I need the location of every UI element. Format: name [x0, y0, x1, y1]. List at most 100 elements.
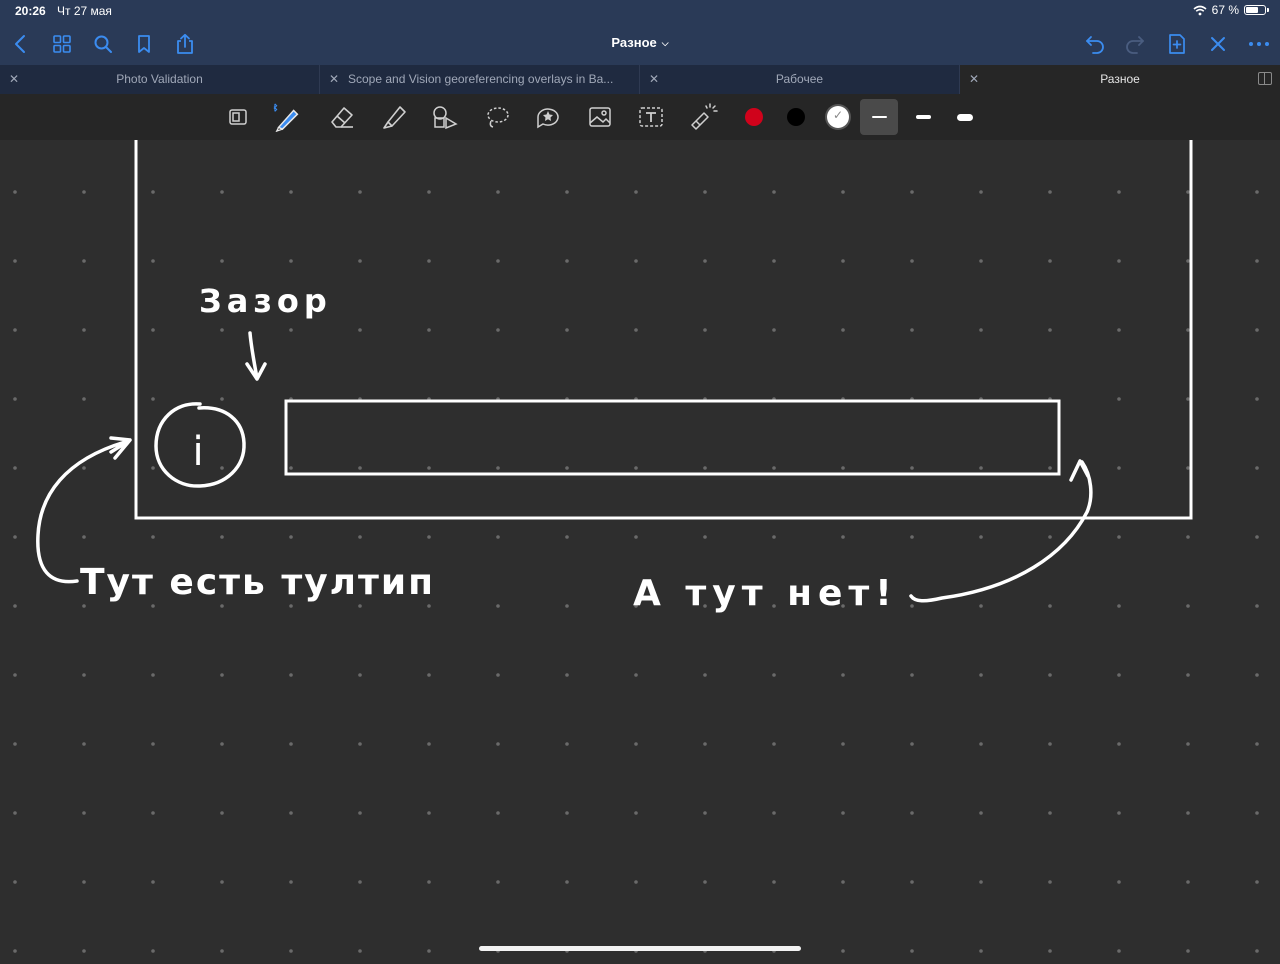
tab-raznoe[interactable]: ✕ Разное [960, 65, 1280, 94]
grid-dot [220, 811, 224, 815]
grid-dot [151, 811, 155, 815]
grid-dot [358, 328, 362, 332]
close-icon[interactable]: ✕ [9, 65, 19, 94]
grid-dot [1048, 949, 1052, 953]
grid-dot [1255, 535, 1259, 539]
grid-dot [358, 259, 362, 263]
grid-dot [289, 949, 293, 953]
text-box-icon[interactable] [636, 102, 666, 132]
image-icon[interactable] [585, 102, 615, 132]
grid-dot [979, 535, 983, 539]
grid-dot [358, 535, 362, 539]
page-view-icon[interactable] [223, 102, 253, 132]
grid-dot [703, 328, 707, 332]
close-icon[interactable]: ✕ [969, 65, 979, 94]
grid-dot [1255, 949, 1259, 953]
grid-dot [151, 949, 155, 953]
grid-dot [841, 190, 845, 194]
grid-dot [358, 190, 362, 194]
stroke-thick[interactable] [950, 102, 980, 132]
more-icon[interactable] [1246, 31, 1272, 57]
gap-label: Зазор [199, 282, 332, 320]
grid-dot [13, 673, 17, 677]
grid-dot [289, 535, 293, 539]
grid-dot [1186, 259, 1190, 263]
status-right: 67 % [1193, 3, 1269, 17]
grid-dot [13, 811, 17, 815]
stroke-medium[interactable] [908, 102, 938, 132]
laser-pointer-icon[interactable] [688, 102, 718, 132]
grid-dot [220, 259, 224, 263]
sticker-icon[interactable] [533, 102, 563, 132]
status-date: Чт 27 мая [57, 4, 112, 18]
sidebar-toggle-icon[interactable] [1258, 72, 1272, 85]
grid-dot [427, 466, 431, 470]
grid-dot [1117, 880, 1121, 884]
grid-dot [1048, 604, 1052, 608]
pen-tool-icon[interactable] [273, 102, 303, 132]
chevron-down-icon: ⌵ [661, 38, 669, 48]
grid-dot [1186, 466, 1190, 470]
grid-dot [151, 673, 155, 677]
grid-dot [841, 535, 845, 539]
info-icon: i [154, 402, 246, 488]
grid-dot [496, 328, 500, 332]
grid-dot [220, 742, 224, 746]
pen-off-icon[interactable] [1205, 31, 1231, 57]
shapes-icon[interactable] [430, 102, 460, 132]
grid-dot [358, 466, 362, 470]
grid-dot [151, 190, 155, 194]
grid-dot [496, 466, 500, 470]
tab-rabochee[interactable]: ✕ Рабочее [640, 65, 960, 94]
input-field-sketch [284, 399, 1061, 476]
grid-dot [1048, 535, 1052, 539]
grid-dot [496, 535, 500, 539]
grid-dot [979, 466, 983, 470]
tab-scope-and-vision[interactable]: ✕ Scope and Vision georeferencing overla… [320, 65, 640, 94]
grid-dot [1186, 742, 1190, 746]
grid-dot [427, 811, 431, 815]
grid-dot [841, 328, 845, 332]
highlighter-icon[interactable] [379, 102, 409, 132]
color-swatch-white[interactable]: ✓ [823, 102, 853, 132]
grid-dot [13, 535, 17, 539]
grid-dot [772, 328, 776, 332]
grid-dot [496, 811, 500, 815]
checkmark-icon: ✓ [833, 108, 844, 122]
stroke-thin[interactable] [860, 99, 898, 135]
grid-dot [1048, 811, 1052, 815]
grid-dot [151, 259, 155, 263]
grid-dot [1255, 328, 1259, 332]
gap-arrow [245, 331, 267, 381]
color-swatch-red[interactable] [739, 102, 769, 132]
eraser-icon[interactable] [327, 102, 357, 132]
grid-dot [220, 949, 224, 953]
grid-dot [427, 259, 431, 263]
grid-dot [1117, 190, 1121, 194]
color-swatch-black[interactable] [781, 102, 811, 132]
undo-icon[interactable] [1082, 31, 1108, 57]
canvas-drawing[interactable]: i Зазор Тут есть тултип А тут нет! [0, 140, 1280, 959]
grid-dot [634, 328, 638, 332]
grid-dot [703, 811, 707, 815]
battery-percent: 67 % [1211, 3, 1239, 17]
grid-dot [289, 466, 293, 470]
grid-dot [979, 328, 983, 332]
lasso-icon[interactable] [482, 102, 512, 132]
grid-dot [1048, 466, 1052, 470]
note-canvas[interactable]: i Зазор Тут есть тултип А тут нет! [0, 140, 1280, 959]
grid-dot [151, 880, 155, 884]
close-icon[interactable]: ✕ [329, 65, 339, 94]
grid-dot [1186, 604, 1190, 608]
grid-dot [634, 535, 638, 539]
close-icon[interactable]: ✕ [649, 65, 659, 94]
home-indicator[interactable] [479, 946, 801, 951]
grid-dot [427, 949, 431, 953]
add-page-icon[interactable] [1164, 31, 1190, 57]
grid-dot [427, 604, 431, 608]
grid-dot [634, 880, 638, 884]
grid-dot [427, 742, 431, 746]
redo-icon[interactable] [1122, 31, 1148, 57]
grid-dot [358, 811, 362, 815]
tab-photo-validation[interactable]: ✕ Photo Validation [0, 65, 320, 94]
